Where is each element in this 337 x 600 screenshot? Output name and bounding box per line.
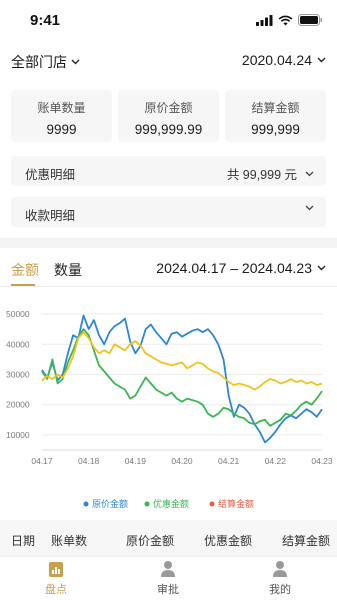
column-date: 日期 bbox=[11, 534, 36, 548]
tab-inventory[interactable]: 盘点 bbox=[0, 557, 112, 600]
tab-amount[interactable]: 金额 bbox=[11, 260, 39, 280]
summary-label: 原价金额 bbox=[144, 101, 193, 115]
chevron-down-icon bbox=[317, 265, 326, 271]
x-tick-label: 04.23 bbox=[311, 456, 333, 466]
summary-value: 9999 bbox=[46, 122, 77, 137]
store-name: 全部门店 bbox=[11, 54, 67, 70]
x-tick-label: 04.22 bbox=[265, 456, 287, 466]
y-tick-label: 30000 bbox=[6, 369, 30, 379]
summary-label: 结算金额 bbox=[251, 101, 300, 115]
approval-icon bbox=[161, 561, 175, 577]
store-header: 全部门店 2020.04.24 bbox=[0, 40, 337, 80]
x-tick-label: 04.19 bbox=[125, 456, 147, 466]
tab-profile[interactable]: 我的 bbox=[224, 557, 336, 600]
chevron-down-icon bbox=[317, 57, 326, 63]
summary-card-settlement-amount: 结算金额 999,999 bbox=[225, 90, 326, 142]
status-icons bbox=[256, 13, 323, 27]
y-tick-label: 10000 bbox=[6, 430, 30, 440]
column-original-amount: 原价金额 bbox=[126, 534, 175, 548]
profile-icon bbox=[273, 561, 287, 577]
receipt-detail-row[interactable]: 收款明细 bbox=[11, 197, 326, 227]
chevron-down-icon bbox=[305, 205, 314, 211]
summary-card-bill-count: 账单数量 9999 bbox=[11, 90, 112, 142]
chevron-down-icon bbox=[71, 59, 80, 65]
series-line bbox=[41, 328, 323, 427]
tab-label: 我的 bbox=[269, 584, 291, 596]
table-header: 日期 账单数 原价金额 优惠金额 结算金额 bbox=[0, 520, 337, 556]
column-settlement-amount: 结算金额 bbox=[282, 534, 331, 548]
tab-approval[interactable]: 审批 bbox=[112, 557, 224, 600]
chevron-down-icon bbox=[305, 171, 314, 176]
bottom-tab-bar: 盘点 审批 我的 bbox=[0, 556, 337, 600]
summary-value: 999,999 bbox=[251, 122, 300, 137]
section-divider bbox=[0, 238, 337, 248]
date-range-selector[interactable]: 2024.04.17 – 2024.04.23 bbox=[156, 260, 326, 276]
legend-marker bbox=[209, 501, 215, 507]
wifi-icon bbox=[278, 15, 293, 25]
inventory-icon bbox=[49, 562, 63, 577]
status-time: 9:41 bbox=[30, 12, 61, 29]
y-tick-label: 40000 bbox=[6, 339, 30, 349]
summary-card-original-amount: 原价金额 999,999.99 bbox=[118, 90, 219, 142]
selected-date: 2020.04.24 bbox=[241, 52, 312, 68]
discount-total: 共 99,999 元 bbox=[226, 168, 297, 182]
legend-label: 原价金额 bbox=[92, 498, 128, 509]
tab-divider bbox=[0, 286, 337, 287]
y-tick-label: 20000 bbox=[6, 400, 30, 410]
column-bill-count: 账单数 bbox=[51, 534, 88, 548]
legend-marker bbox=[144, 501, 150, 507]
legend-marker bbox=[83, 501, 89, 507]
summary-value: 999,999.99 bbox=[134, 122, 203, 137]
tab-label: 审批 bbox=[157, 584, 179, 596]
date-selector[interactable]: 2020.04.24 bbox=[242, 52, 326, 68]
tab-quantity[interactable]: 数量 bbox=[54, 260, 82, 280]
y-tick-label: 50000 bbox=[6, 309, 30, 319]
date-range: 2024.04.17 – 2024.04.23 bbox=[156, 260, 312, 276]
tab-label: 盘点 bbox=[45, 584, 67, 596]
x-tick-label: 04.17 bbox=[31, 456, 53, 466]
store-selector[interactable]: 全部门店 bbox=[11, 52, 80, 72]
discount-detail-label: 优惠明细 bbox=[25, 168, 76, 182]
summary-label: 账单数量 bbox=[37, 101, 86, 115]
x-tick-label: 04.18 bbox=[78, 456, 100, 466]
cellular-signal-icon bbox=[256, 14, 273, 26]
battery-icon bbox=[298, 14, 323, 26]
series-line bbox=[41, 314, 323, 444]
column-discount-amount: 优惠金额 bbox=[204, 534, 253, 548]
x-tick-label: 04.20 bbox=[171, 456, 193, 466]
legend-label: 结算金额 bbox=[218, 498, 254, 509]
status-bar: 9:41 bbox=[0, 0, 337, 40]
legend-label: 优惠金额 bbox=[153, 498, 189, 509]
receipt-detail-label: 收款明细 bbox=[25, 209, 76, 223]
x-tick-label: 04.21 bbox=[218, 456, 240, 466]
amount-trend-chart: 10000 20000 30000 40000 50000 04.17 04.18 04.19… bbox=[6, 309, 333, 509]
series-line bbox=[41, 331, 323, 391]
discount-detail-row[interactable]: 优惠明细 共 99,999 元 bbox=[11, 156, 326, 186]
